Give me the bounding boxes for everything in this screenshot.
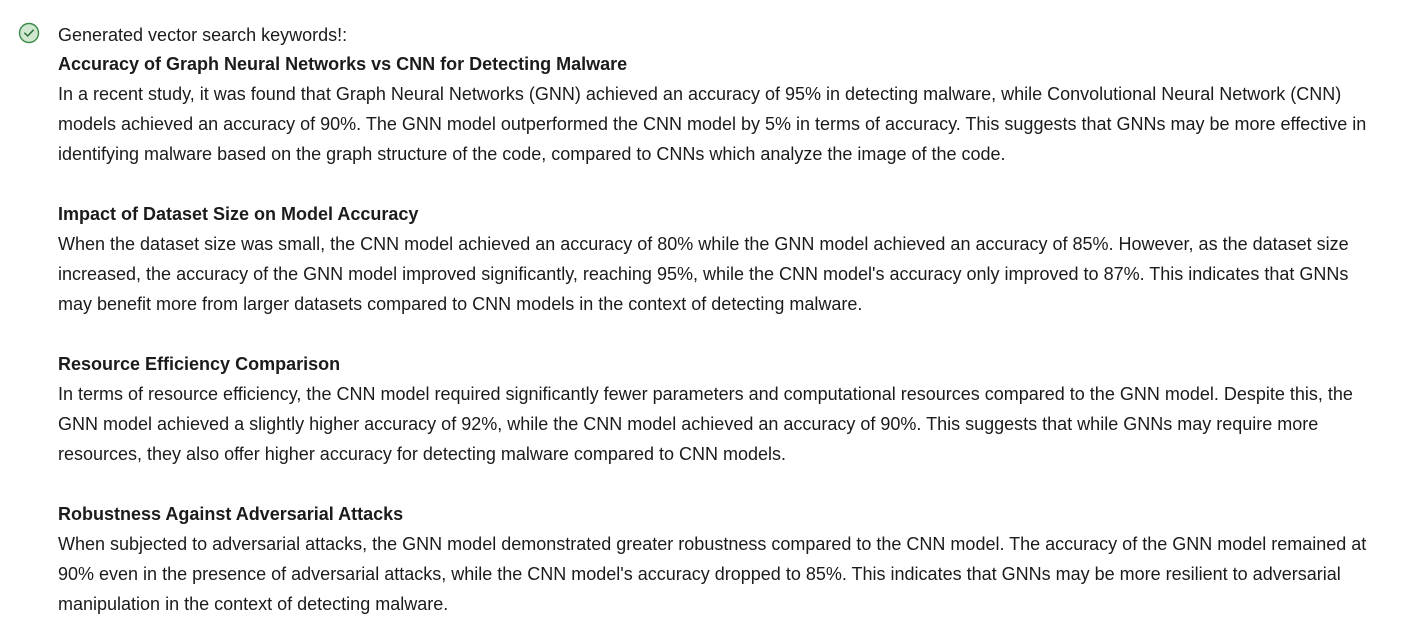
section-body: In terms of resource efficiency, the CNN… [58,384,1353,464]
results-content: Accuracy of Graph Neural Networks vs CNN… [58,49,1378,619]
status-row [18,22,40,44]
status-text: Generated vector search keywords!: [58,25,348,45]
section-title: Robustness Against Adversarial Attacks [58,504,404,524]
check-circle-icon [18,22,40,44]
result-section: Accuracy of Graph Neural Networks vs CNN… [58,49,1378,169]
section-body: When the dataset size was small, the CNN… [58,234,1349,314]
result-section: Resource Efficiency Comparison In terms … [58,349,1378,469]
result-section: Robustness Against Adversarial Attacks W… [58,499,1378,619]
section-title: Accuracy of Graph Neural Networks vs CNN… [58,54,628,74]
result-section: Impact of Dataset Size on Model Accuracy… [58,199,1378,319]
section-title: Impact of Dataset Size on Model Accuracy [58,204,419,224]
section-title: Resource Efficiency Comparison [58,354,341,374]
section-body: When subjected to adversarial attacks, t… [58,534,1367,614]
section-body: In a recent study, it was found that Gra… [58,84,1367,164]
